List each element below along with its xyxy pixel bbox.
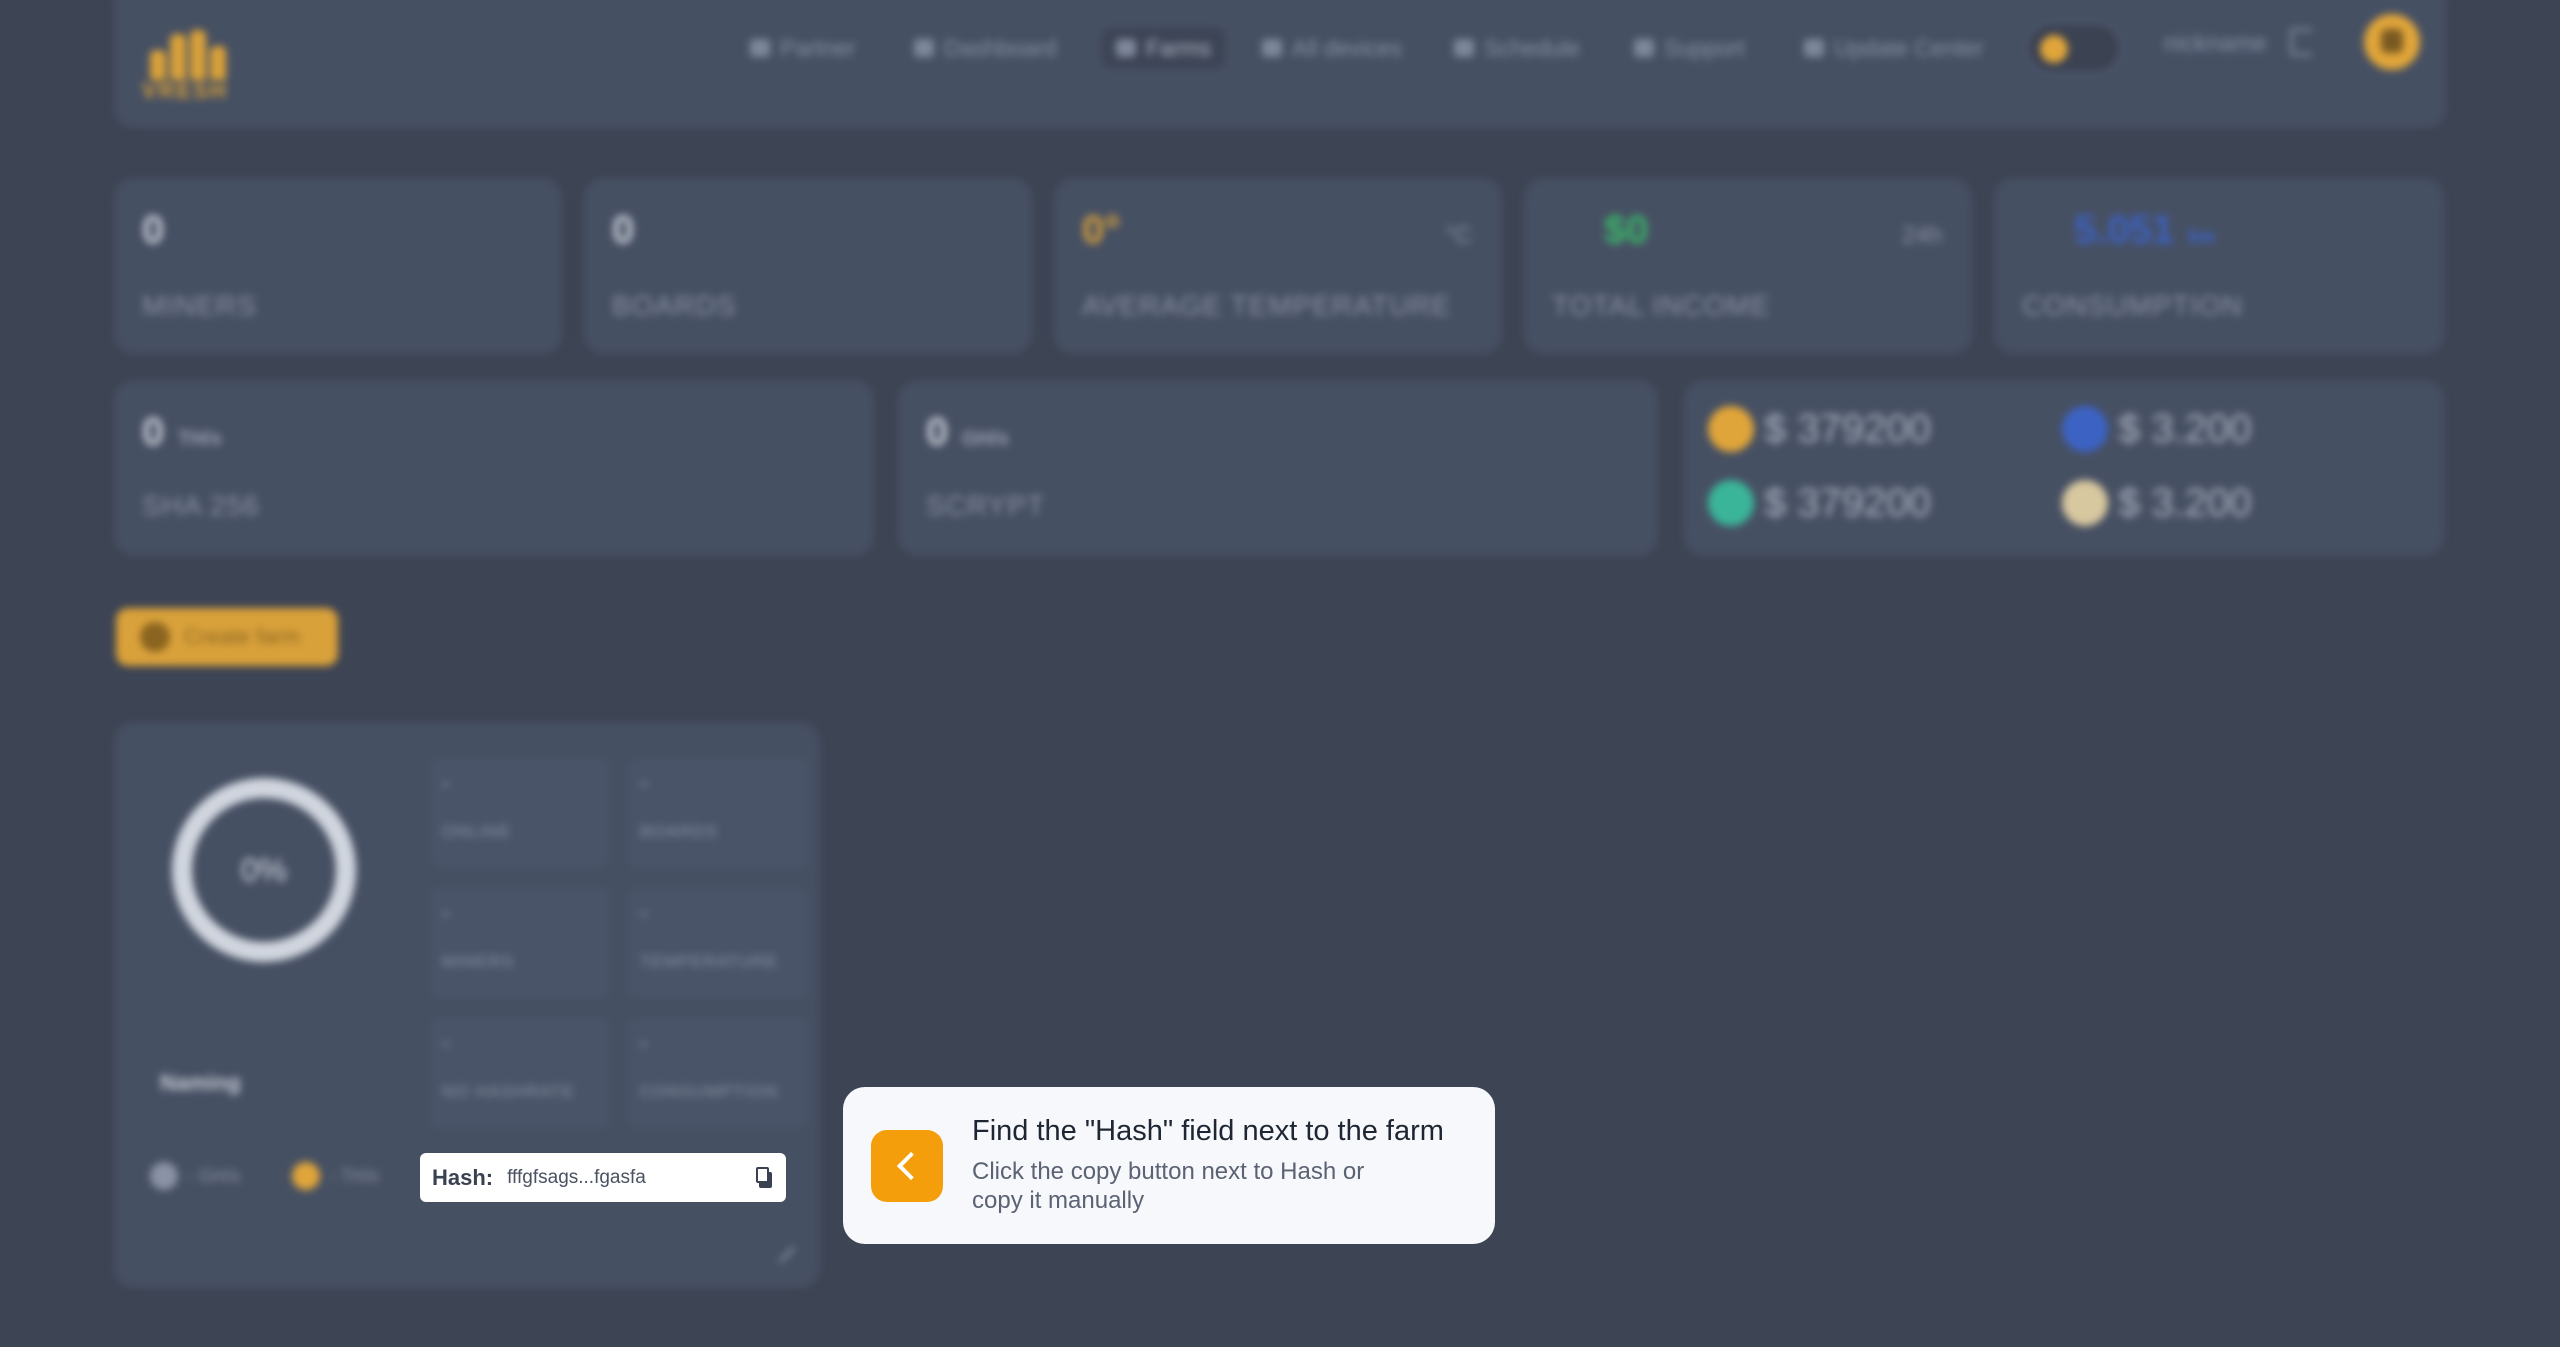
farm-stat-consumption: - CONSUMPTION: [628, 1018, 808, 1128]
hash-value[interactable]: fffgfsags...fgasfa: [507, 1167, 756, 1189]
share-nodes-icon: [1116, 39, 1136, 57]
vresh-logo: VRESH: [142, 26, 238, 104]
onboarding-tooltip: Find the "Hash" field next to the farm C…: [843, 1087, 1495, 1244]
create-farm-button[interactable]: Create farm: [116, 608, 338, 666]
tooltip-text: Click the copy button next to Hash or co…: [972, 1158, 1365, 1214]
stat-card-temperature: 0° °C AVERAGE TEMPERATURE: [1054, 178, 1502, 354]
avatar[interactable]: [2364, 14, 2420, 70]
tooltip-title: Find the "Hash" field next to the farm: [972, 1115, 1444, 1147]
farm-stat-online: - ONLINE: [430, 758, 610, 868]
stat-card-consumption: 5.051 kw CONSUMPTION: [1994, 178, 2444, 354]
farm-hashrate-sha256: - TH/s: [292, 1162, 379, 1190]
nav-all-devices[interactable]: All devices: [1262, 28, 1402, 68]
calendar-icon: [1454, 39, 1474, 57]
coin-icon: [1708, 480, 1754, 526]
plus-icon: [140, 622, 170, 652]
toggle-knob: [2040, 35, 2068, 63]
chat-icon: [1634, 39, 1654, 57]
coin-icon: [292, 1162, 320, 1190]
hash-label: Hash:: [432, 1164, 494, 1190]
farm-hashrate-scrypt: - GH/s: [150, 1162, 240, 1190]
back-button[interactable]: [871, 1130, 943, 1202]
farm-card: 0% - ONLINE - BOARDS - MINERS - TEMPERATURE …: [114, 722, 820, 1288]
stat-card-income: $0 24h TOTAL INCOME: [1524, 178, 1972, 354]
bolt-icon: [1262, 39, 1282, 57]
theme-toggle[interactable]: [2026, 22, 2122, 74]
nav-partner[interactable]: Partner: [750, 28, 855, 68]
farm-stat-boards: - BOARDS: [628, 758, 808, 868]
farm-stat-miners: - MINERS: [430, 888, 610, 998]
top-header: VRESH Partner Dashboard Farms All device…: [114, 0, 2446, 128]
price-item: $ 3.200: [2062, 480, 2251, 526]
edit-icon[interactable]: [764, 1232, 796, 1263]
stat-card-miners: 0 MINERS: [114, 178, 562, 354]
nav-schedule[interactable]: Schedule: [1454, 28, 1580, 68]
farm-stat-temperature: - TEMPERATURE: [628, 888, 808, 998]
handshake-icon: [750, 39, 770, 57]
farm-stat-no-hashrate: - NO HASHRATE: [430, 1018, 610, 1128]
copy-icon[interactable]: [756, 1166, 774, 1189]
hash-field: Hash: fffgfsags...fgasfa: [420, 1153, 786, 1202]
nav-dashboard[interactable]: Dashboard: [914, 28, 1057, 68]
price-item: $ 379200: [1708, 480, 1931, 526]
price-item: $ 3.200: [2062, 406, 2251, 452]
online-percent-donut: 0%: [172, 778, 356, 962]
coin-icon: [150, 1162, 178, 1190]
coin-icon: [2062, 480, 2108, 526]
farm-name: Naming: [160, 1070, 241, 1095]
logout-icon[interactable]: [2290, 28, 2312, 56]
hashrate-card-sha256: 0 TH/s SHA 256: [114, 380, 874, 556]
prices-card: $ 379200 $ 3.200 $ 379200 $ 3.200: [1684, 380, 2444, 556]
coin-icon: [1708, 406, 1754, 452]
nav-support[interactable]: Support: [1634, 28, 1745, 68]
price-item: $ 379200: [1708, 406, 1931, 452]
nav-update-center[interactable]: Update Center: [1804, 28, 1984, 68]
coin-icon: [2062, 406, 2108, 452]
gear-icon: [1804, 39, 1824, 57]
nickname: nickname: [2164, 30, 2267, 57]
dashboard-icon: [914, 39, 934, 57]
chevron-left-icon: [896, 1151, 926, 1181]
stat-card-boards: 0 BOARDS: [584, 178, 1032, 354]
nav-farms[interactable]: Farms: [1102, 28, 1226, 68]
hashrate-card-scrypt: 0 GH/s SCRYPT: [898, 380, 1658, 556]
